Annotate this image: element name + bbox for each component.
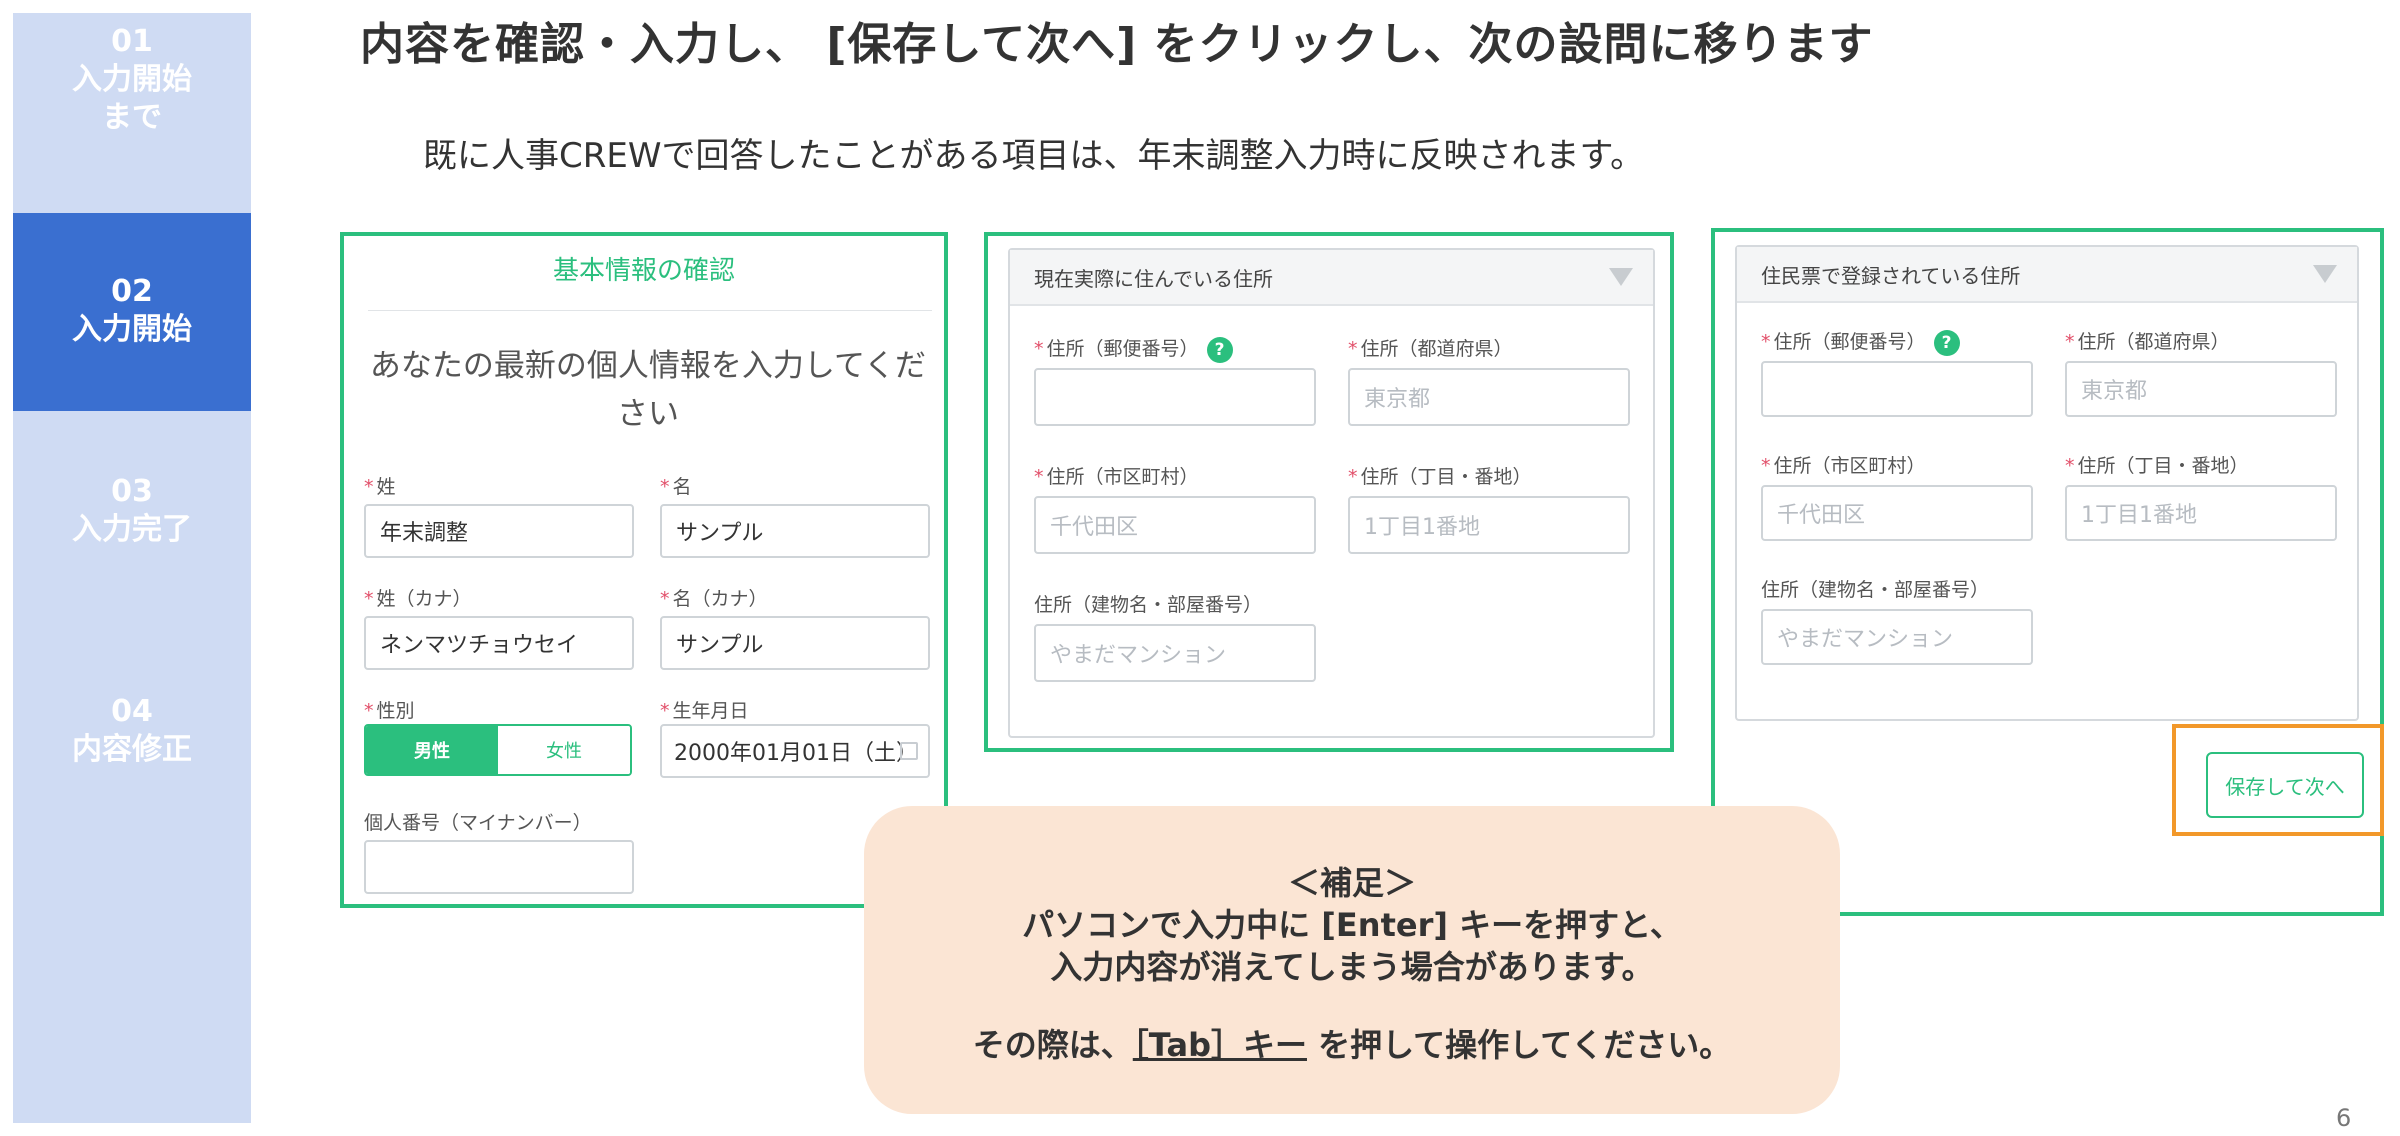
basic-info-intro: あなたの最新の個人情報を入力してください	[369, 348, 927, 432]
required-mark: *	[1761, 455, 1771, 477]
registered-address-card: 住民票で登録されている住所 * 住所（郵便番号）? * 住所（都道府県） 東京都 *…	[1735, 245, 2359, 721]
step-number: 04	[111, 694, 153, 729]
mynumber-label: 個人番号（マイナンバー）	[364, 812, 592, 834]
street-label: * 住所（丁目・番地）	[2065, 455, 2249, 477]
last-name-label: * 姓	[364, 476, 396, 498]
note-line-3: その際は、［Tab］キー を押して操作してください。	[972, 1026, 1732, 1064]
step-number: 01	[111, 24, 153, 59]
postal-label: * 住所（郵便番号）?	[1034, 334, 1233, 363]
step-label: 内容修正	[72, 732, 192, 767]
prefecture-label: * 住所（都道府県）	[1348, 338, 1513, 360]
basic-info-heading: 基本情報の確認	[552, 256, 735, 286]
city-input[interactable]: 千代田区	[1034, 496, 1316, 554]
city-label: * 住所（市区町村）	[1761, 455, 1926, 477]
gender-toggle: 男性 女性	[364, 724, 632, 776]
required-mark: *	[2065, 331, 2075, 353]
step-label: 入力開始	[72, 312, 192, 347]
birth-date-value: 2000年01月01日（土）	[674, 741, 918, 766]
prefecture-input[interactable]: 東京都	[1348, 368, 1630, 426]
help-icon[interactable]: ?	[1933, 329, 1960, 356]
required-mark: *	[1348, 466, 1358, 488]
city-input[interactable]: 千代田区	[1761, 485, 2033, 541]
save-button-highlight: 保存して次へ	[2172, 724, 2384, 836]
building-input[interactable]: やまだマンション	[1761, 609, 2033, 665]
step-03: 03 入力完了	[13, 473, 251, 573]
required-mark: *	[1348, 338, 1358, 360]
last-name-input[interactable]: 年末調整	[364, 504, 634, 558]
step-label: 入力完了	[72, 512, 192, 547]
gender-label: * 性別	[364, 700, 415, 722]
save-and-next-button[interactable]: 保存して次へ	[2206, 752, 2364, 818]
street-input[interactable]: 1丁目1番地	[2065, 485, 2337, 541]
collapse-triangle-icon[interactable]	[2313, 265, 2337, 283]
first-kana-label: * 名（カナ）	[660, 588, 768, 610]
calendar-icon[interactable]	[900, 742, 918, 760]
street-label: * 住所（丁目・番地）	[1348, 466, 1532, 488]
current-address-header[interactable]: 現在実際に住んでいる住所	[1010, 250, 1653, 306]
current-address-card: 現在実際に住んでいる住所 * 住所（郵便番号）? * 住所（都道府県） 東京都 * 住…	[1008, 248, 1655, 738]
gender-male-button[interactable]: 男性	[366, 726, 498, 774]
building-input[interactable]: やまだマンション	[1034, 624, 1316, 682]
help-icon[interactable]: ?	[1206, 336, 1233, 363]
first-name-label: * 名	[660, 476, 692, 498]
tab-key-text: ［Tab］キー	[1132, 1026, 1307, 1064]
basic-info-panel: 基本情報の確認 あなたの最新の個人情報を入力してください * 姓 * 名 年末調整 …	[340, 232, 948, 908]
page-subtitle: 既に人事CREWで回答したことがある項目は、年末調整入力時に反映されます。	[423, 136, 1645, 176]
postal-code-input[interactable]	[1761, 361, 2033, 417]
required-mark: *	[364, 700, 374, 722]
prefecture-label: * 住所（都道府県）	[2065, 331, 2230, 353]
supplement-note: ＜補足＞ パソコンで入力中に [Enter] キーを押すと、 入力内容が消えてし…	[864, 806, 1840, 1114]
postal-code-input[interactable]	[1034, 368, 1316, 426]
registered-address-header[interactable]: 住民票で登録されている住所	[1737, 247, 2357, 303]
registered-address-title: 住民票で登録されている住所	[1761, 263, 2021, 288]
required-mark: *	[660, 476, 670, 498]
step-04: 04 内容修正	[13, 693, 251, 793]
street-input[interactable]: 1丁目1番地	[1348, 496, 1630, 554]
collapse-triangle-icon[interactable]	[1609, 268, 1633, 286]
last-kana-input[interactable]: ネンマツチョウセイ	[364, 616, 634, 670]
step-01: 01 入力開始 まで	[13, 23, 251, 213]
page-number: 6	[2336, 1104, 2352, 1132]
mynumber-input[interactable]	[364, 840, 634, 894]
step-02-active: 02 入力開始	[13, 213, 251, 411]
prefecture-input[interactable]: 東京都	[2065, 361, 2337, 417]
first-name-input[interactable]: サンプル	[660, 504, 930, 558]
city-label: * 住所（市区町村）	[1034, 466, 1199, 488]
birth-date-input[interactable]: 2000年01月01日（土）	[660, 724, 930, 778]
required-mark: *	[1761, 331, 1771, 353]
step-number: 02	[111, 274, 153, 309]
page-title: 内容を確認・入力し、 [保存して次へ] をクリックし、次の設問に移ります	[360, 19, 1874, 70]
step-sidebar: 01 入力開始 まで 02 入力開始 03 入力完了 04 内容修正	[13, 13, 251, 1123]
note-line-1: パソコンで入力中に [Enter] キーを押すと、	[1022, 906, 1682, 944]
building-label: 住所（建物名・部屋番号）	[1034, 594, 1263, 616]
postal-label: * 住所（郵便番号）?	[1761, 327, 1960, 356]
building-label: 住所（建物名・部屋番号）	[1761, 579, 1990, 601]
required-mark: *	[1034, 466, 1044, 488]
required-mark: *	[2065, 455, 2075, 477]
last-kana-label: * 姓（カナ）	[364, 588, 472, 610]
step-label: 入力開始	[72, 62, 192, 97]
required-mark: *	[364, 588, 374, 610]
current-address-panel: 現在実際に住んでいる住所 * 住所（郵便番号）? * 住所（都道府県） 東京都 * 住…	[984, 232, 1674, 752]
gender-female-button[interactable]: 女性	[498, 726, 630, 774]
required-mark: *	[364, 476, 374, 498]
note-line-2: 入力内容が消えてしまう場合があります。	[1050, 948, 1654, 986]
required-mark: *	[660, 700, 670, 722]
step-label: まで	[102, 100, 162, 135]
first-kana-input[interactable]: サンプル	[660, 616, 930, 670]
note-heading: ＜補足＞	[1287, 864, 1416, 902]
required-mark: *	[660, 588, 670, 610]
required-mark: *	[1034, 338, 1044, 360]
birth-label: * 生年月日	[660, 700, 749, 722]
step-number: 03	[111, 474, 153, 509]
divider	[368, 310, 932, 311]
current-address-title: 現在実際に住んでいる住所	[1034, 266, 1273, 291]
